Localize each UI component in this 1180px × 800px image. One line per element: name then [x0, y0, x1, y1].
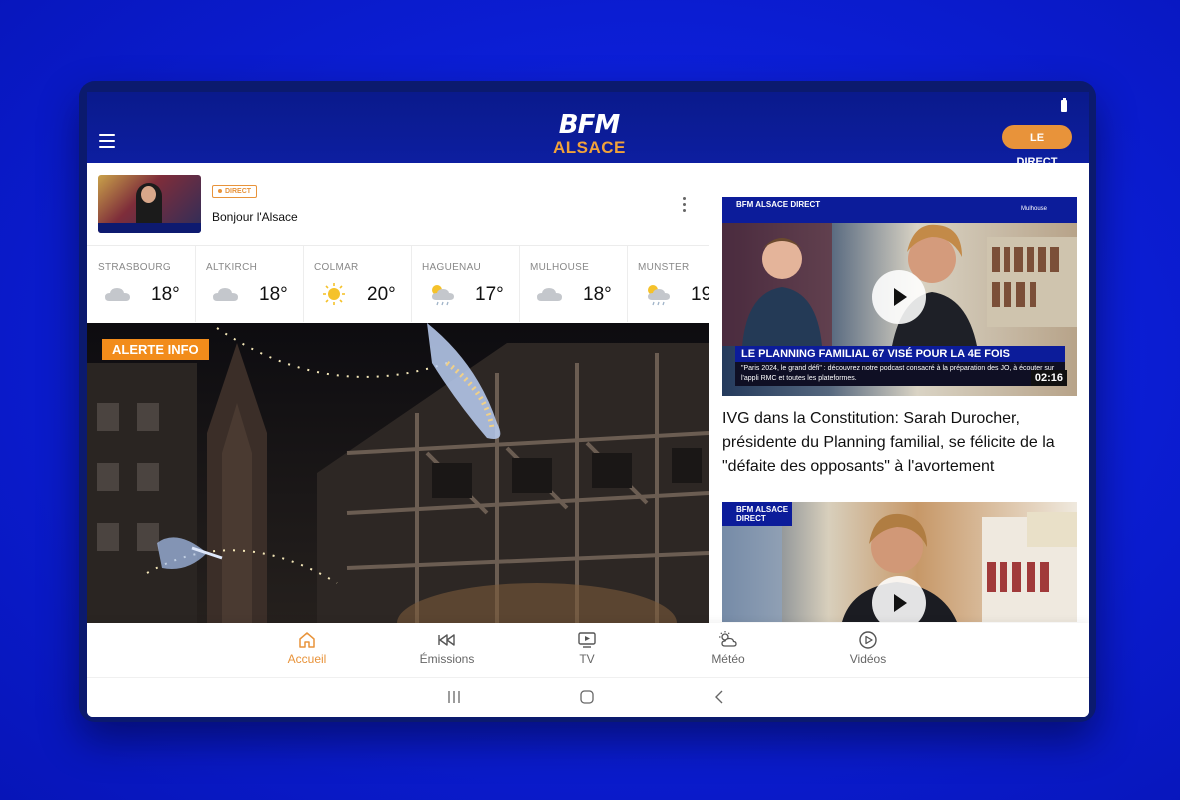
nav-item-tv[interactable]: TV [547, 630, 627, 666]
video-duration: 02:16 [1030, 370, 1067, 386]
weather-item-strasbourg[interactable]: STRASBOURG 18° [87, 246, 196, 322]
nav-item-videos[interactable]: Vidéos [828, 630, 908, 666]
nav-label: Émissions [419, 652, 475, 666]
logo-brand: BFM [558, 110, 620, 140]
bfm-alsace-logo[interactable]: BFM ALSACE [553, 112, 625, 156]
cloud-icon [213, 288, 238, 301]
hamburger-menu-icon[interactable] [99, 134, 115, 148]
weather-city: HAGUENAU [422, 262, 482, 273]
weather-temp: 17° [475, 284, 504, 305]
logo-region: ALSACE [553, 138, 626, 157]
bottom-navigation: Accueil Émissions TV Météo Vidéos [87, 623, 1089, 677]
live-program-title: Bonjour l'Alsace [212, 210, 298, 224]
app-header: BFM ALSACE LE DIRECT [87, 92, 1089, 168]
back-icon[interactable] [714, 690, 724, 704]
rewind-icon [438, 634, 455, 646]
home-icon [299, 632, 315, 648]
battery-icon [1061, 98, 1067, 112]
recent-apps-icon[interactable] [447, 690, 461, 704]
video-card-1[interactable]: BFM ALSACE DIRECT Mulhouse LE PLANNING F… [722, 197, 1077, 396]
weather-item-altkirch[interactable]: ALTKIRCH 18° [195, 246, 304, 322]
live-program-card[interactable]: DIRECT Bonjour l'Alsace [87, 163, 709, 246]
live-dot-icon [218, 189, 222, 194]
nav-label: TV [579, 652, 595, 666]
sun-cloud-rain-icon [648, 285, 670, 306]
tv-icon [578, 632, 596, 648]
nav-item-emissions[interactable]: Émissions [407, 630, 487, 666]
more-options-icon[interactable] [683, 197, 687, 215]
weather-temp: 18° [151, 284, 180, 305]
alert-info-badge: ALERTE INFO [102, 339, 209, 360]
weather-temp: 19 [691, 284, 709, 305]
article-title[interactable]: IVG dans la Constitution: Sarah Durocher… [722, 407, 1067, 479]
weather-temp: 20° [367, 284, 396, 305]
system-navigation-bar [87, 677, 1089, 717]
nav-label: Vidéos [849, 652, 887, 666]
weather-city: COLMAR [314, 262, 359, 273]
weather-city: STRASBOURG [98, 262, 172, 273]
sun-cloud-rain-icon [432, 285, 454, 306]
presenter-face [141, 186, 156, 203]
live-direct-button[interactable]: LE DIRECT [1002, 125, 1072, 168]
nav-item-accueil[interactable]: Accueil [267, 630, 347, 666]
weather-item-mulhouse[interactable]: MULHOUSE 18° [519, 246, 628, 322]
weather-city: MUNSTER [638, 262, 690, 273]
cloud-icon [105, 288, 130, 301]
video-play-icon[interactable] [872, 270, 926, 324]
live-thumbnail[interactable] [98, 175, 201, 233]
thumbnail-band [98, 223, 201, 233]
nav-label: Accueil [287, 652, 327, 666]
play-circle-icon [859, 631, 877, 649]
app-screen: BFM ALSACE LE DIRECT DIRECT Bonjour l'Al… [87, 92, 1089, 717]
live-badge-label: DIRECT [225, 188, 252, 195]
weather-city: ALTKIRCH [206, 262, 258, 273]
nav-item-meteo[interactable]: Météo [688, 630, 768, 666]
weather-item-haguenau[interactable]: HAGUENAU 17° [411, 246, 520, 322]
sun-icon [323, 283, 345, 305]
hero-article-image[interactable]: ALERTE INFO [87, 323, 709, 623]
video-subtitle-ticker: "Paris 2024, le grand défi" : découvrez … [735, 362, 1065, 386]
home-system-icon[interactable] [580, 690, 594, 704]
weather-item-munster[interactable]: MUNSTER 19 [627, 246, 709, 322]
video-card-2[interactable]: BFM ALSACE DIRECT [722, 502, 1077, 622]
weather-item-colmar[interactable]: COLMAR 20° [303, 246, 412, 322]
video-play-icon[interactable] [872, 576, 926, 622]
cloud-icon [537, 288, 562, 301]
weather-temp: 18° [583, 284, 612, 305]
nav-label: Météo [711, 652, 745, 666]
video-lower-third: LE PLANNING FAMILIAL 67 VISÉ POUR LA 4E … [735, 346, 1065, 362]
weather-city: MULHOUSE [530, 262, 590, 273]
weather-strip[interactable]: STRASBOURG 18° ALTKIRCH 18° COLMAR 20° H… [87, 246, 709, 322]
weather-icon [719, 631, 737, 647]
weather-temp: 18° [259, 284, 288, 305]
christmas-street-photo [87, 323, 709, 623]
live-badge: DIRECT [212, 185, 258, 198]
